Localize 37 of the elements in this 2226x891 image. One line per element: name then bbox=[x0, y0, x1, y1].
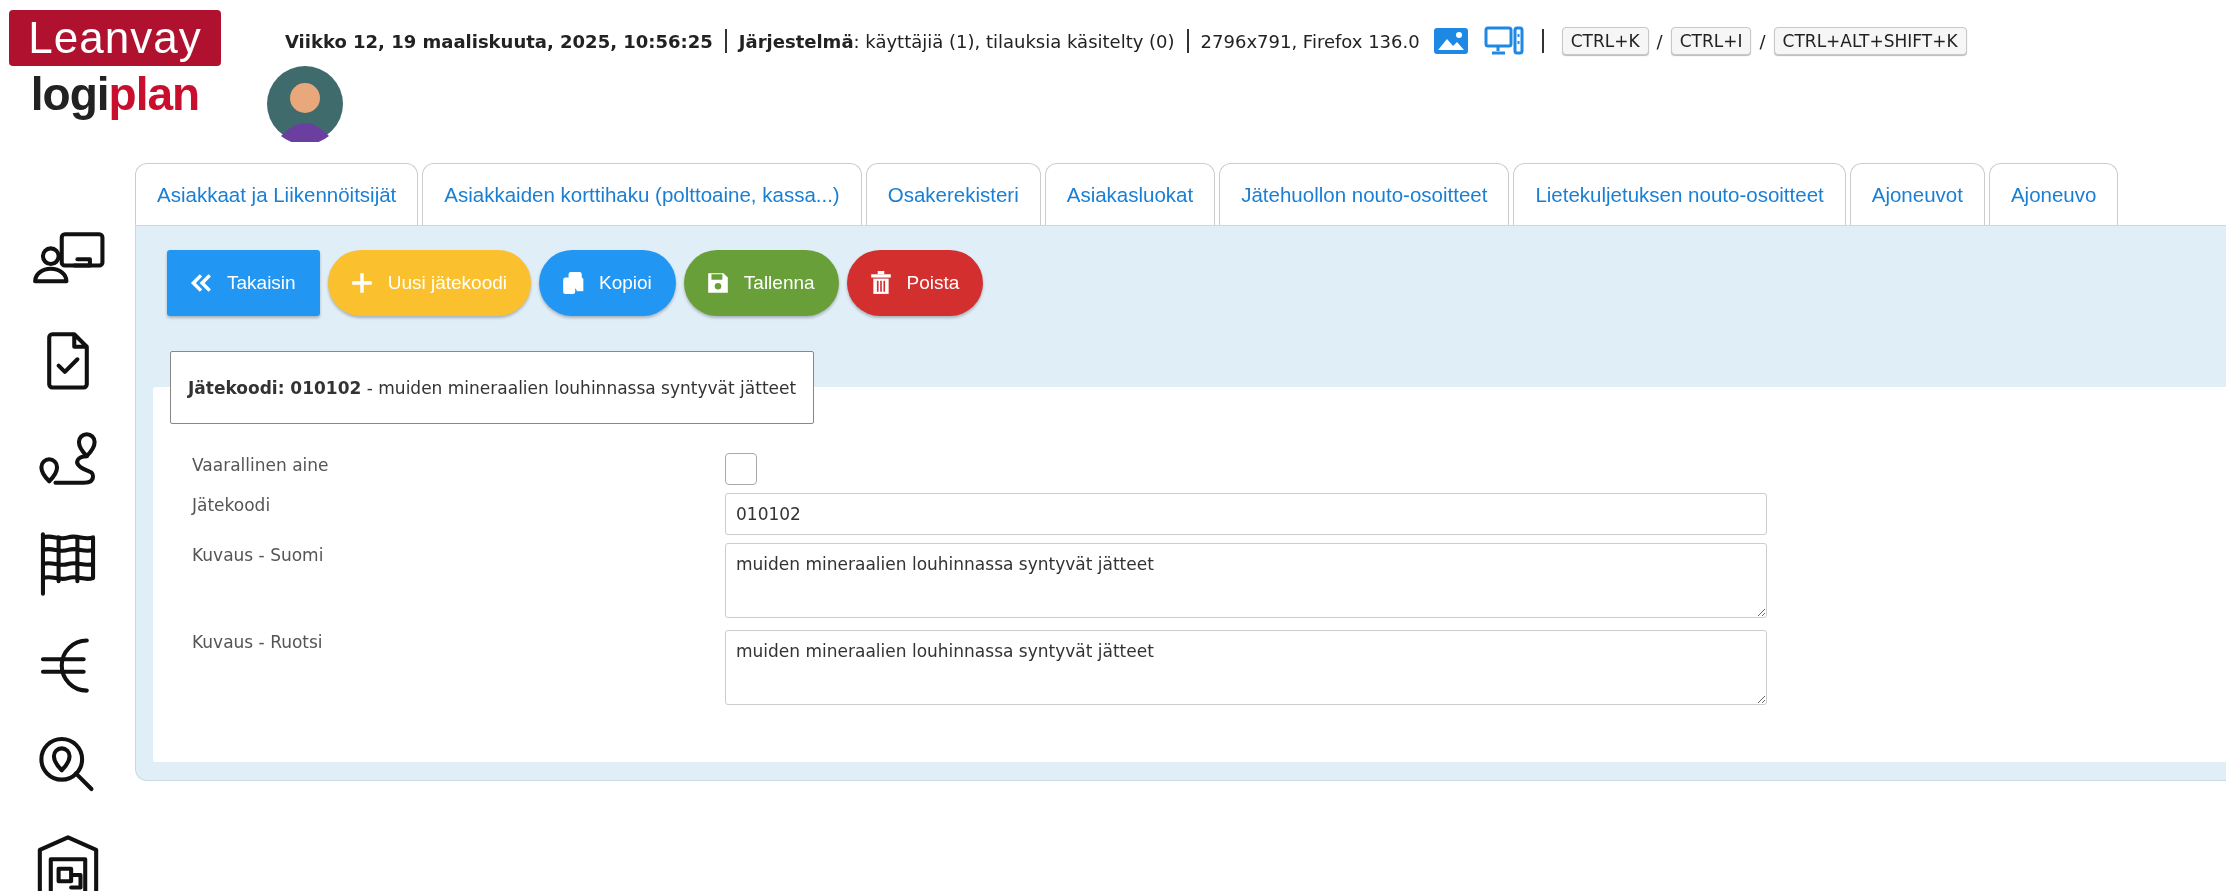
copy-button[interactable]: Kopioi bbox=[539, 250, 676, 316]
tab[interactable]: Ajoneuvo bbox=[1988, 163, 2119, 225]
trash-icon bbox=[868, 271, 893, 295]
back-button[interactable]: Takaisin bbox=[167, 250, 320, 316]
separator-text: / bbox=[1759, 30, 1766, 52]
double-chevron-left-icon bbox=[189, 271, 213, 295]
tab[interactable]: Asiakasluokat bbox=[1044, 163, 1216, 225]
browser-info-text: 2796x791, Firefox 136.0 bbox=[1200, 30, 1420, 52]
text-area[interactable]: muiden mineraalien louhinnassa syntyvät jätteet bbox=[725, 630, 1767, 705]
tab[interactable]: Lietekuljetuksen nouto-osoitteet bbox=[1513, 163, 1846, 225]
plus-icon bbox=[349, 271, 374, 295]
monitor-icon[interactable] bbox=[1483, 26, 1524, 56]
field-label: Vaarallinen aine bbox=[192, 454, 330, 477]
delete-button[interactable]: Poista bbox=[846, 250, 984, 316]
date-time-text: Viikko 12, 19 maaliskuuta, 2025, 10:56:25 bbox=[285, 30, 713, 52]
keyboard-shortcut: CTRL+I bbox=[1670, 27, 1752, 55]
tab[interactable]: Asiakkaiden korttihaku (polttoaine, kassa...) bbox=[422, 163, 862, 225]
record-title: Jätekoodi: 010102 - muiden mineraalien louhinnassa syntyvät jätteet bbox=[188, 377, 797, 398]
separator-text: / bbox=[1656, 30, 1663, 52]
field-label: Kuvaus - Ruotsi bbox=[192, 631, 324, 654]
field-label: Jätekoodi bbox=[192, 494, 272, 517]
avatar-icon[interactable] bbox=[267, 66, 343, 142]
logo-brand-name: Leanvay bbox=[9, 10, 221, 66]
input-field[interactable]: 010102 bbox=[725, 493, 1767, 535]
field-label: Kuvaus - Suomi bbox=[192, 544, 325, 567]
system-status-text: Järjestelmä: käyttäjiä (1), tilauksia käsitelty (0) bbox=[738, 30, 1175, 52]
tab[interactable]: Jätehuollon nouto-osoitteet bbox=[1219, 163, 1510, 225]
keyboard-shortcut: CTRL+K bbox=[1561, 27, 1649, 55]
tab[interactable]: Asiakkaat ja Liikennöitsijät bbox=[135, 163, 419, 225]
logo-product-name: logiplan bbox=[30, 67, 200, 122]
checkbox[interactable] bbox=[725, 453, 757, 485]
text-area[interactable]: muiden mineraalien louhinnassa syntyvät jätteet bbox=[725, 543, 1767, 618]
save-button[interactable]: Tallenna bbox=[683, 250, 839, 316]
keyboard-shortcut: CTRL+ALT+SHIFT+K bbox=[1773, 27, 1967, 55]
tab[interactable]: Ajoneuvot bbox=[1849, 163, 1985, 225]
tab[interactable]: Osakerekisteri bbox=[865, 163, 1041, 225]
image-icon[interactable] bbox=[1433, 28, 1468, 54]
